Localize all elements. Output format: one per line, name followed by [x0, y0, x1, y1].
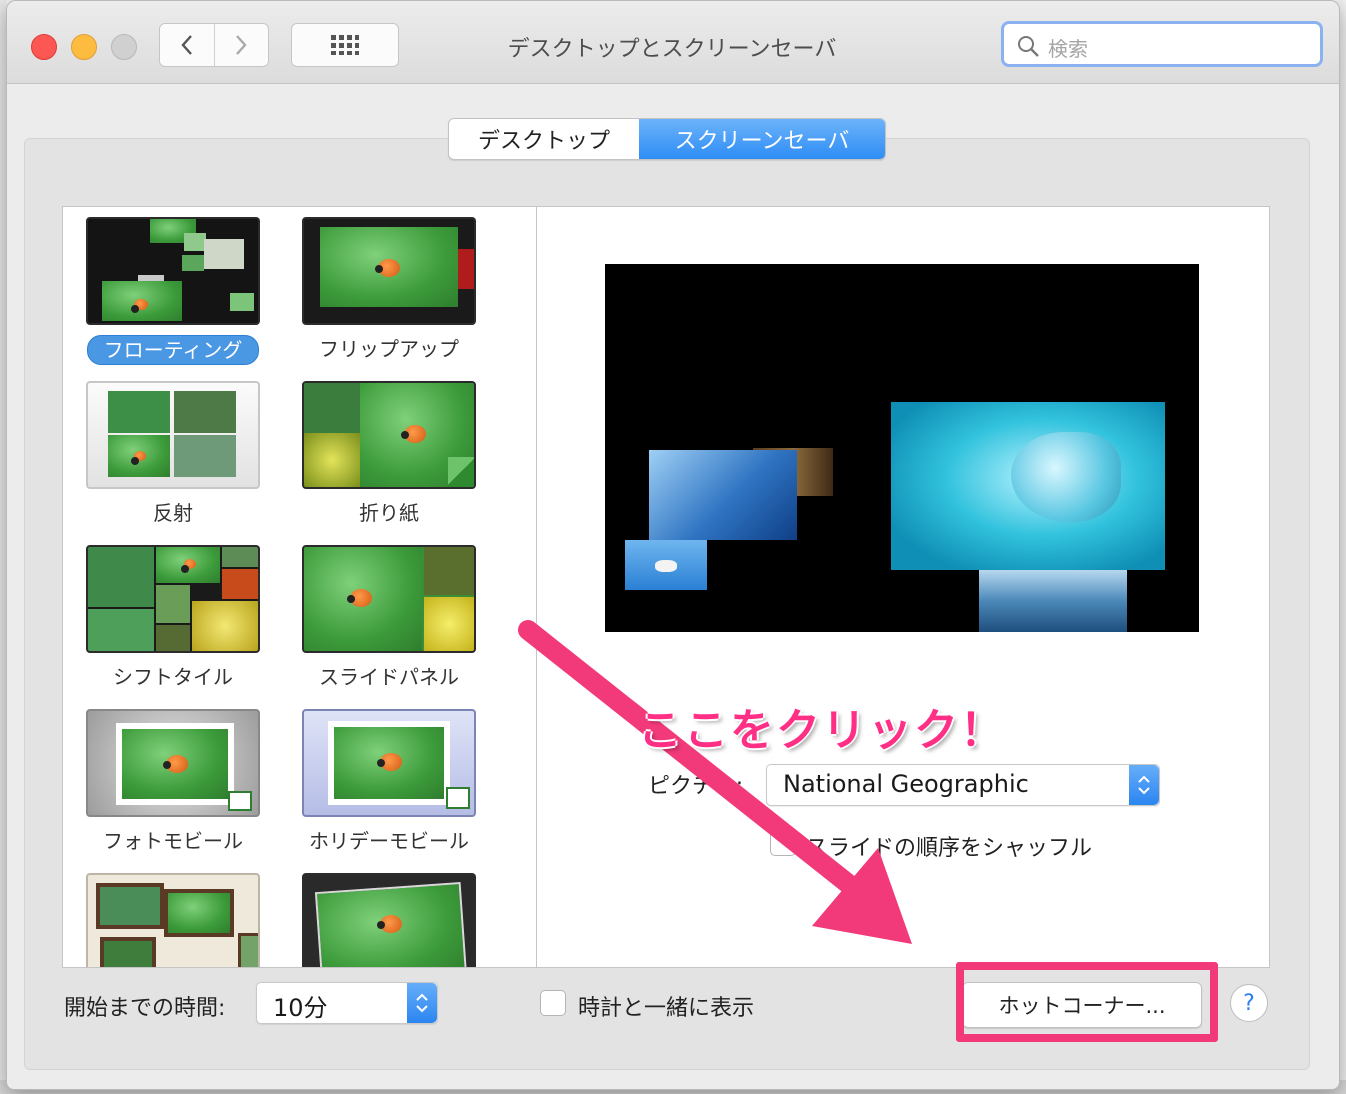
tab-desktop[interactable]: デスクトップ	[449, 119, 639, 159]
annotation-text: ここをクリック！	[638, 705, 1006, 756]
tab-bar: デスクトップ スクリーンセーバ	[448, 118, 886, 160]
annotation-arrow-icon	[518, 620, 912, 944]
tab-screensaver[interactable]: スクリーンセーバ	[639, 119, 885, 159]
